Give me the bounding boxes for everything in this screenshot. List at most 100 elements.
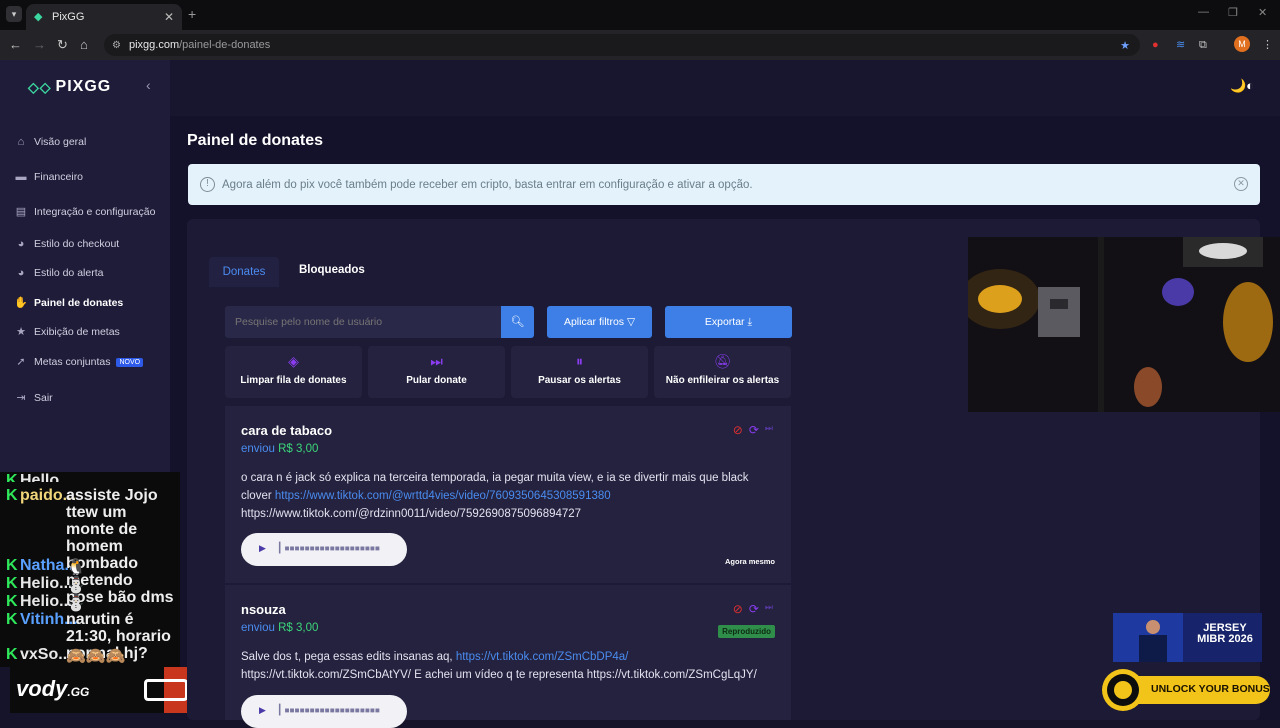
close-tab-icon[interactable]: ✕: [164, 10, 174, 24]
emote-icon: ⛄: [66, 595, 86, 612]
donate-icon: ✋: [14, 297, 28, 309]
skip-icon[interactable]: ⏭: [765, 602, 773, 616]
brand-name: PIXGG: [55, 78, 112, 95]
theme-toggle-icon[interactable]: 🌙◐: [1230, 78, 1260, 94]
donation-card: nsouza enviou R$ 3,00 ⊘ ⟳ ⏭ Reproduzido …: [225, 585, 791, 728]
tab-donates[interactable]: Donates: [209, 257, 279, 287]
home-icon[interactable]: ⌂: [80, 37, 88, 53]
amount-value: R$ 3,00: [278, 622, 319, 634]
rocket-icon: ➚: [16, 356, 26, 368]
sidebar-item-estilo-checkout[interactable]: ◕ Estilo do checkout: [14, 236, 120, 252]
reload-icon[interactable]: ↻: [57, 37, 68, 53]
back-icon[interactable]: ←: [9, 37, 22, 53]
search-button[interactable]: 🔍︎: [501, 306, 534, 338]
sidebar-item-label: Integração e configuração: [34, 206, 156, 218]
audio-player[interactable]: ▶ ▎▪▪▪▪▪▪▪▪▪▪▪▪▪▪▪▪▪▪▪: [241, 533, 407, 566]
block-icon[interactable]: ⊘: [733, 423, 743, 437]
action-label: Pausar os alertas: [538, 375, 621, 386]
jersey-promo-text: JERSEY MIBR 2026: [1195, 623, 1255, 645]
sidebar-item-label: Metas conjuntas: [34, 356, 111, 368]
pause-alerts-button[interactable]: ⏸ Pausar os alertas: [511, 346, 648, 398]
replay-icon[interactable]: ⟳: [749, 423, 759, 437]
apply-filters-button[interactable]: Aplicar filtros ▽: [547, 306, 652, 338]
skip-donate-button[interactable]: ⏭ Pular donate: [368, 346, 505, 398]
waveform[interactable]: ▎▪▪▪▪▪▪▪▪▪▪▪▪▪▪▪▪▪▪▪: [279, 543, 380, 554]
replay-icon[interactable]: ⟳: [749, 602, 759, 616]
jersey-line: MIBR 2026: [1197, 633, 1253, 645]
sent-label: enviou: [241, 622, 275, 634]
extensions-puzzle-icon[interactable]: ⧉: [1199, 38, 1207, 52]
restore-icon[interactable]: ❐: [1228, 6, 1238, 19]
vody-logo: vody.GG: [16, 676, 89, 702]
skip-icon: ⏭: [430, 353, 443, 369]
bonus-promo-banner[interactable]: UNLOCK YOUR BONUS: [1101, 668, 1270, 712]
palette-icon: ◕: [17, 238, 25, 250]
donor-name: cara de tabaco: [241, 423, 333, 438]
sidebar-item-financeiro[interactable]: ▬ Financeiro: [14, 169, 84, 185]
chat-line: K Helio... ⛄: [6, 575, 86, 595]
vody-brand: vody: [16, 676, 68, 701]
amount-value: R$ 3,00: [278, 443, 319, 455]
sidebar-item-painel-donates[interactable]: ✋ Painel de donates: [14, 295, 123, 311]
apply-filters-label: Aplicar filtros: [563, 316, 625, 328]
waveform[interactable]: ▎▪▪▪▪▪▪▪▪▪▪▪▪▪▪▪▪▪▪▪: [279, 705, 380, 716]
filter-icon: ▽: [626, 316, 636, 328]
play-icon[interactable]: ▶: [259, 543, 266, 554]
new-tab-icon[interactable]: +: [188, 6, 196, 22]
logout-icon: ⇥: [16, 392, 26, 404]
close-icon[interactable]: ✕: [1234, 177, 1248, 191]
bell-off-icon: 🔕︎: [713, 353, 732, 369]
forward-icon[interactable]: →: [33, 37, 46, 53]
tab-bloqueados[interactable]: Bloqueados: [299, 264, 365, 276]
extension-red-icon[interactable]: ●: [1152, 38, 1159, 52]
chat-line: KHello...: [6, 472, 66, 482]
audio-player[interactable]: ▶ ▎▪▪▪▪▪▪▪▪▪▪▪▪▪▪▪▪▪▪▪: [241, 695, 407, 728]
vody-mark-icon: [144, 679, 188, 701]
collapse-sidebar-icon[interactable]: ‹: [146, 77, 151, 93]
sidebar-item-visao-geral[interactable]: ⌂ Visão geral: [14, 134, 87, 150]
profile-avatar[interactable]: M: [1234, 36, 1250, 52]
info-icon: !: [200, 177, 215, 192]
vody-suffix: .GG: [67, 685, 90, 699]
browser-tab[interactable]: ◆ PixGG ✕: [26, 4, 182, 30]
sidebar-item-integracao[interactable]: ▤ Integração e configuração: [14, 204, 156, 220]
tab-search-icon[interactable]: ▾: [6, 6, 22, 22]
action-label: Pular donate: [406, 375, 467, 386]
settings-icon: ▤: [15, 206, 27, 218]
webcam-feed: [968, 237, 1280, 412]
clear-queue-button[interactable]: ◈ Limpar fila de donates: [225, 346, 362, 398]
donation-actions: ⊘ ⟳ ⏭: [733, 423, 773, 437]
sidebar-item-sair[interactable]: ⇥ Sair: [14, 390, 52, 406]
block-icon[interactable]: ⊘: [733, 602, 743, 616]
star-icon: ★: [16, 326, 26, 338]
bookmark-star-icon[interactable]: ★: [1120, 39, 1130, 52]
chat-username: vxSo...: [20, 646, 72, 663]
play-icon[interactable]: ▶: [259, 705, 266, 716]
bonus-promo-text: UNLOCK YOUR BONUS: [1151, 683, 1270, 695]
donation-time: Agora mesmo: [724, 557, 775, 566]
sidebar-item-estilo-alerta[interactable]: ◕ Estilo do alerta: [14, 265, 104, 281]
chat-line: KvxSo... 🙈🙈🙈: [6, 646, 126, 666]
chat-line: K Natha... 🐧: [6, 557, 86, 577]
close-window-icon[interactable]: ✕: [1258, 6, 1267, 19]
extension-wave-icon[interactable]: ≋: [1176, 38, 1185, 52]
search-input[interactable]: [225, 306, 501, 338]
sidebar-item-exibicao-metas[interactable]: ★ Exibição de metas: [14, 324, 120, 340]
message-text: https://vt.tiktok.com/ZSmCbAtYV/ E achei…: [241, 669, 757, 681]
pixgg-logo-icon: ◇◇: [28, 78, 52, 95]
chat-line: K Helio... ⛄: [6, 593, 86, 613]
no-queue-alerts-button[interactable]: 🔕︎ Não enfileirar os alertas: [654, 346, 791, 398]
sent-label: enviou: [241, 443, 275, 455]
message-link[interactable]: https://www.tiktok.com/@wrttd4vies/video…: [275, 490, 611, 502]
export-button[interactable]: Exportar ⤓: [665, 306, 792, 338]
site-info-icon[interactable]: ⚙: [112, 40, 121, 51]
sidebar-item-metas-conjuntas[interactable]: ➚ Metas conjuntas NOVO: [14, 354, 144, 370]
browser-menu-icon[interactable]: ⋮: [1262, 38, 1273, 52]
message-link[interactable]: https://vt.tiktok.com/ZSmCbDP4a/: [456, 651, 629, 663]
address-bar[interactable]: ⚙ pixgg.com/painel-de-donates ★: [104, 34, 1140, 56]
donor-name: nsouza: [241, 602, 286, 617]
donation-message: Salve dos t, pega essas edits insanas aq…: [241, 648, 761, 684]
skip-icon[interactable]: ⏭: [765, 423, 773, 437]
brand-logo[interactable]: ◇◇ PIXGG: [28, 78, 111, 96]
minimize-icon[interactable]: —: [1198, 6, 1209, 18]
